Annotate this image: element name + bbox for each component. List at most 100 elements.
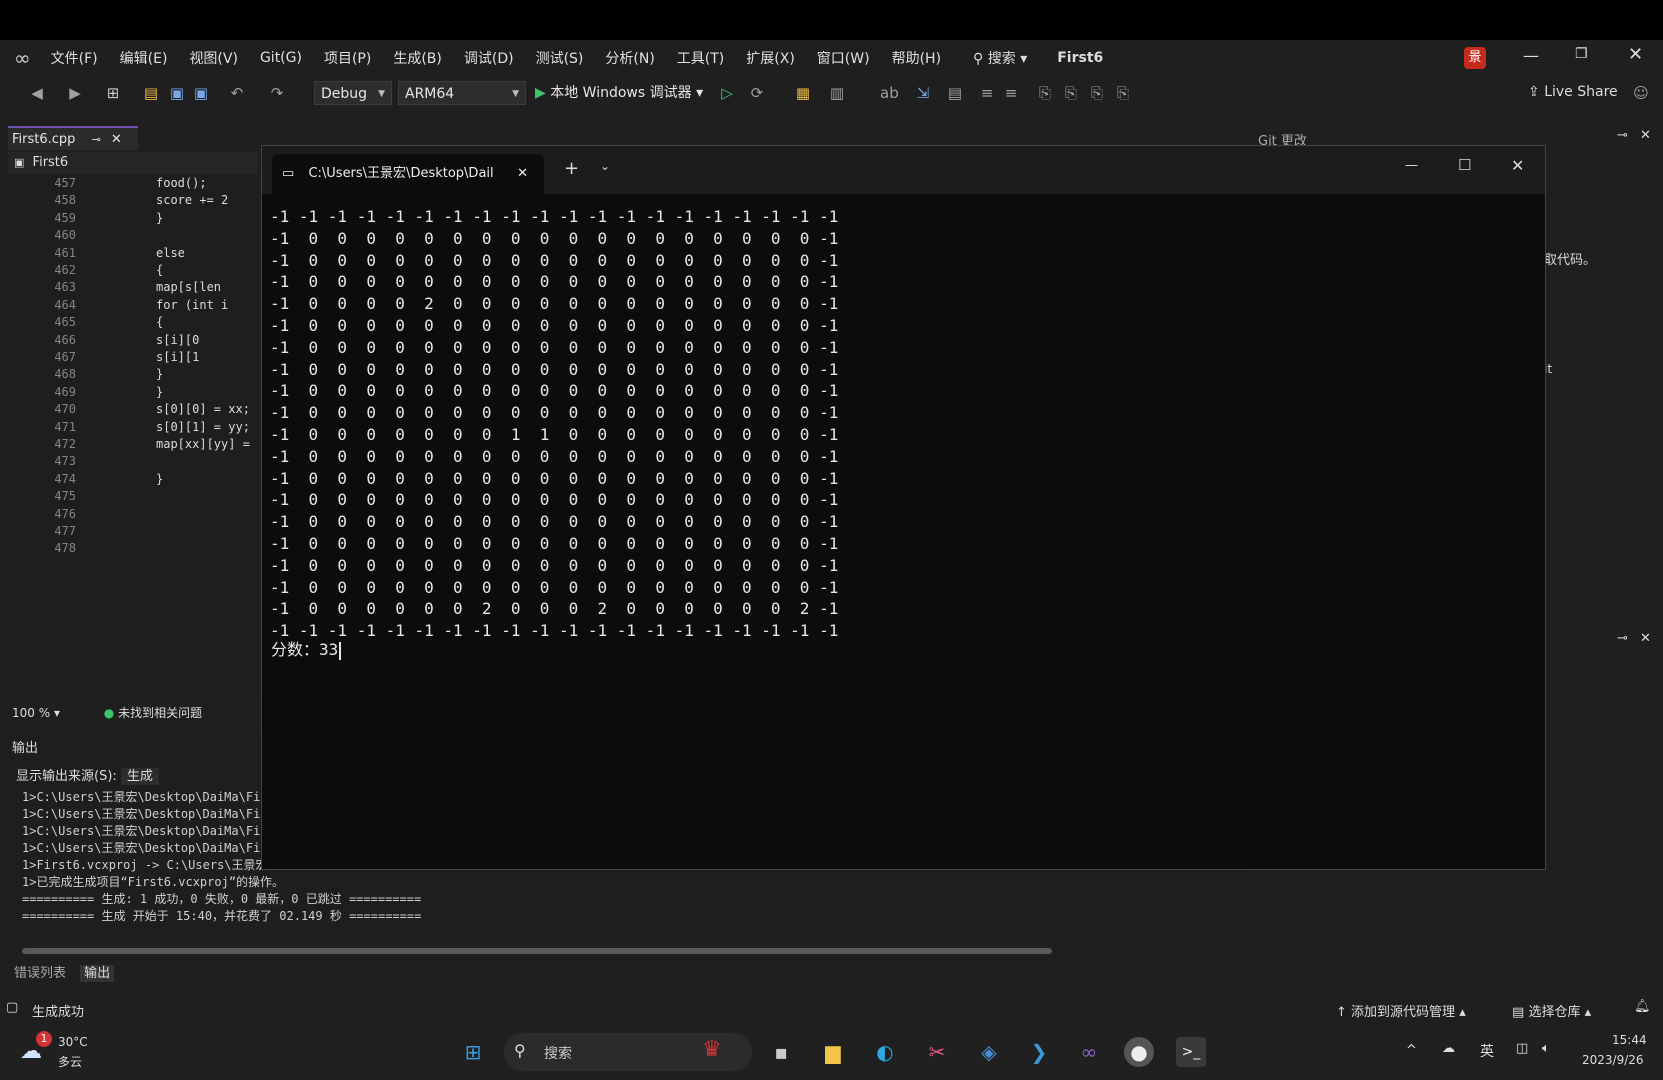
clock-date[interactable]: 2023/9/26 (1582, 1053, 1644, 1067)
minimize-icon[interactable]: — (1523, 46, 1539, 65)
menu-extensions[interactable]: 扩展(X) (746, 48, 795, 68)
menu-view[interactable]: 视图(V) (189, 48, 238, 68)
zoom-dropdown[interactable]: 100 % ▾ (12, 706, 60, 720)
tab-error-list[interactable]: 错误列表 (14, 966, 66, 981)
line-number: 460 (54, 228, 76, 243)
terminal-minimize-icon[interactable]: — (1405, 158, 1418, 173)
weather-widget[interactable]: ☁ 1 30°C 多云 (20, 1031, 110, 1073)
restore-icon[interactable]: ❐ (1575, 46, 1588, 62)
grid-row: -1 0 0 0 0 0 0 0 0 0 0 0 0 0 0 0 0 0 0 -… (270, 359, 839, 379)
output-source-dropdown[interactable]: 生成 (120, 768, 159, 785)
tab-output[interactable]: 输出 (80, 965, 115, 982)
vscode-icon[interactable]: ❯ (1024, 1037, 1054, 1067)
code-editor[interactable]: 457 food(); 458 score += 2 459} 460 461 else 462… (8, 176, 258, 696)
menu-edit[interactable]: 编辑(E) (120, 48, 168, 68)
clock-time[interactable]: 15:44 (1612, 1033, 1647, 1047)
search-icon: ⚲ (514, 1041, 526, 1060)
format-icon[interactable]: ▤ (946, 84, 964, 102)
platform-dropdown[interactable]: ARM64 ▼ (398, 81, 526, 105)
menu-tools[interactable]: 工具(T) (677, 48, 724, 68)
editor-tab[interactable]: First6.cpp ⊸ ✕ (8, 126, 138, 150)
panel-close-icon-2[interactable]: ✕ (1640, 631, 1651, 646)
save-all-icon[interactable]: ▣ (192, 84, 210, 102)
feedback-icon[interactable]: ☺ (1632, 84, 1650, 102)
weather-desc: 多云 (58, 1055, 83, 1069)
menu-analyze[interactable]: 分析(N) (605, 48, 654, 68)
output-scrollbar[interactable] (22, 948, 1052, 954)
new-item-icon[interactable]: ⊞ (104, 84, 122, 102)
next-bookmark-icon[interactable]: ⎘ (1088, 84, 1106, 102)
task-view-icon[interactable]: ▪ (766, 1037, 796, 1067)
indent-icon[interactable]: ≡ (978, 84, 996, 102)
save-icon[interactable]: ▣ (168, 84, 186, 102)
taskbar-search[interactable]: ⚲ 搜索 ♛ (504, 1033, 752, 1071)
undo-icon[interactable]: ↶ (228, 84, 246, 102)
clear-bookmark-icon[interactable]: ⎘ (1114, 84, 1132, 102)
screen-top-bezel (0, 0, 1663, 40)
account-avatar[interactable]: 景 (1464, 47, 1486, 69)
bottom-tab-strip: 错误列表 输出 (8, 962, 115, 984)
tab-close-icon[interactable]: ✕ (111, 132, 122, 147)
menu-help[interactable]: 帮助(H) (892, 48, 941, 68)
menu-git[interactable]: Git(G) (260, 50, 302, 66)
user-app-icon[interactable]: ● (1124, 1037, 1154, 1067)
visual-studio-icon[interactable]: ∞ (1074, 1037, 1104, 1067)
step-icon[interactable]: ⇲ (914, 84, 932, 102)
solution-explorer-icon[interactable]: ▦ (794, 84, 812, 102)
live-share-button[interactable]: ⇪ Live Share (1528, 84, 1618, 100)
file-explorer-icon[interactable]: ▆ (818, 1037, 848, 1067)
volume-icon[interactable]: 🔈︎ (1542, 1041, 1550, 1056)
open-icon[interactable]: ▤ (142, 84, 160, 102)
menu-window[interactable]: 窗口(W) (817, 48, 870, 68)
panel-pin-icon[interactable]: ⊸ (1617, 128, 1628, 143)
grid-row: -1 0 0 0 0 0 0 2 0 0 0 2 0 0 0 0 0 0 2 -… (270, 599, 839, 619)
python-icon[interactable]: ◈ (974, 1037, 1004, 1067)
back-icon[interactable]: ◀ (28, 84, 46, 102)
terminal-close-icon[interactable]: ✕ (1511, 156, 1524, 175)
menu-project[interactable]: 项目(P) (324, 48, 371, 68)
new-tab-icon[interactable]: + (564, 158, 579, 179)
menu-test[interactable]: 测试(S) (536, 48, 584, 68)
tray-chevron-icon[interactable]: ^ (1406, 1043, 1417, 1058)
navigation-bar[interactable]: ▣ First6 (8, 152, 258, 174)
line-number: 468 (54, 367, 76, 382)
prev-bookmark-icon[interactable]: ⎘ (1062, 84, 1080, 102)
ime-indicator[interactable]: 英 (1480, 1041, 1494, 1061)
bell-icon[interactable]: 🔔︎ (1634, 999, 1651, 1014)
start-debug-button[interactable]: ▶ 本地 Windows 调试器 ▾ (535, 82, 703, 102)
tab-dropdown-icon[interactable]: ⌄ (600, 159, 610, 173)
issues-status[interactable]: 未找到相关问题 (118, 706, 202, 720)
status-bar: ▢ 生成成功 ↑ 添加到源代码管理 ▴ ▤ 选择仓库 ▴ 🔔︎ (0, 993, 1663, 1025)
terminal-icon[interactable]: >_ (1176, 1037, 1206, 1067)
wifi-icon[interactable]: ◫ (1516, 1041, 1528, 1056)
hot-reload-icon[interactable]: ⟳ (748, 84, 766, 102)
panel-pin-icon-2[interactable]: ⊸ (1617, 631, 1628, 646)
pin-icon[interactable]: ⊸ (92, 133, 101, 146)
terminal-tab[interactable]: ▭ C:\Users\王景宏\Desktop\Dail ✕ (272, 154, 544, 194)
menu-debug[interactable]: 调试(D) (464, 48, 514, 68)
config-dropdown[interactable]: Debug ▼ (314, 81, 392, 105)
menu-file[interactable]: 文件(F) (51, 48, 98, 68)
terminal-tab-close-icon[interactable]: ✕ (517, 154, 528, 194)
forward-icon[interactable]: ▶ (66, 84, 84, 102)
code-line: else (156, 245, 185, 260)
layout-icon[interactable]: ▥ (828, 84, 846, 102)
terminal-maximize-icon[interactable]: ☐ (1458, 156, 1471, 174)
redo-icon[interactable]: ↷ (268, 84, 286, 102)
vs-logo-icon[interactable]: ∞ (14, 46, 31, 70)
bookmark-icon[interactable]: ⎘ (1036, 84, 1054, 102)
add-source-control-button[interactable]: ↑ 添加到源代码管理 ▴ (1336, 1001, 1466, 1020)
snipping-tool-icon[interactable]: ✂ (922, 1037, 952, 1067)
start-without-debug-icon[interactable]: ▷ (718, 84, 736, 102)
menu-build[interactable]: 生成(B) (393, 48, 442, 68)
close-icon[interactable]: ✕ (1628, 44, 1643, 65)
panel-close-icon[interactable]: ✕ (1640, 128, 1651, 143)
spell-icon[interactable]: ab (880, 84, 899, 102)
outdent-icon[interactable]: ≡ (1002, 84, 1020, 102)
code-line: score += 2 (156, 193, 229, 208)
edge-icon[interactable]: ◐ (870, 1037, 900, 1067)
onedrive-icon[interactable]: ☁ (1442, 1041, 1455, 1056)
windows-start-icon[interactable]: ⊞ (458, 1037, 488, 1067)
select-repo-button[interactable]: ▤ 选择仓库 ▴ (1512, 1001, 1591, 1020)
search-button[interactable]: ⚲ 搜索 ▾ (973, 48, 1027, 68)
